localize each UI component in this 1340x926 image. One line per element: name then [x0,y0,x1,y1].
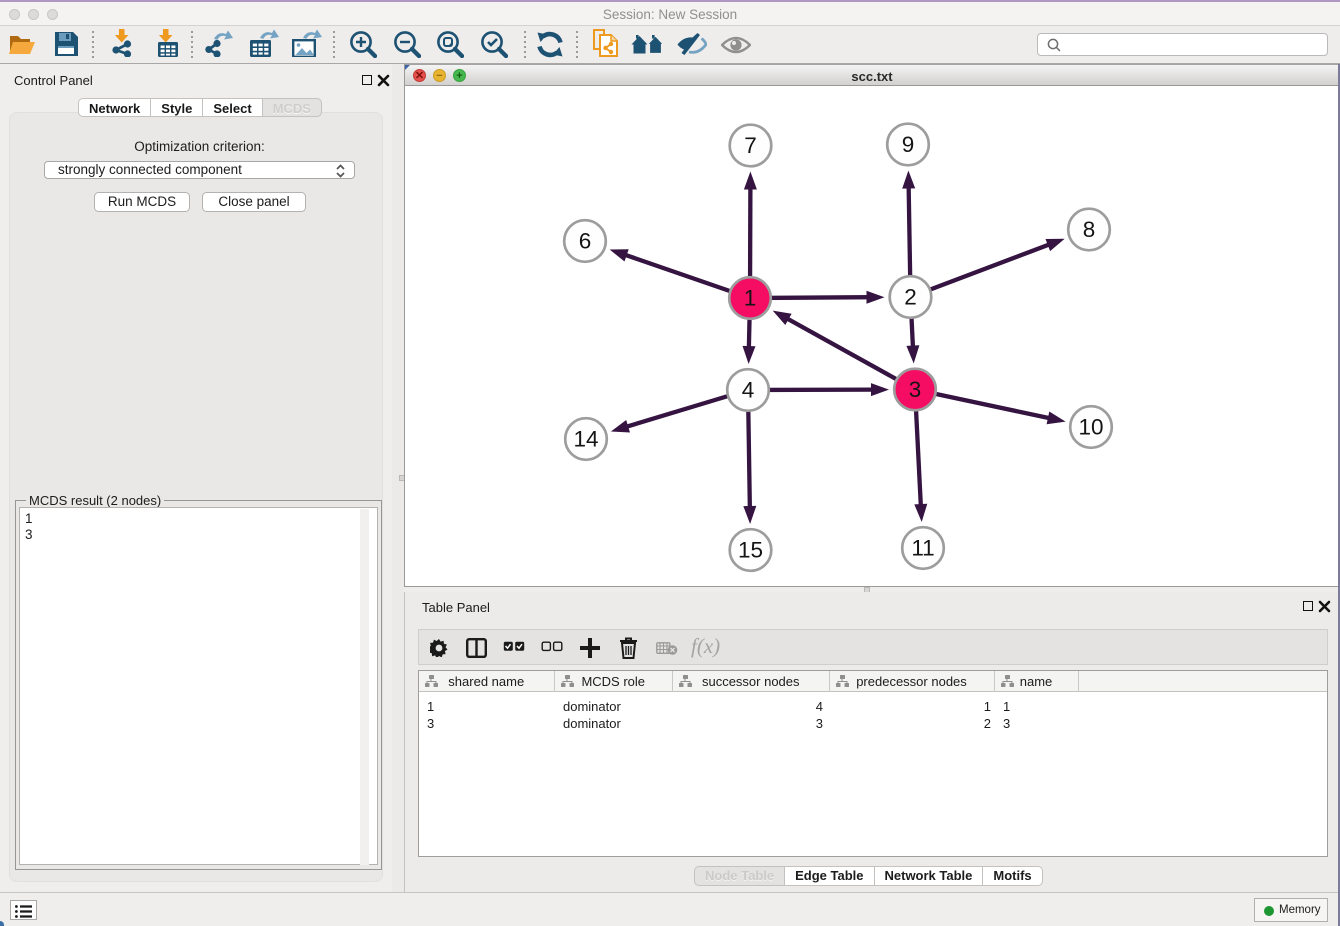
svg-text:8: 8 [1083,217,1096,242]
svg-text:3: 3 [909,377,922,402]
svg-text:4: 4 [742,378,755,403]
svg-text:6: 6 [579,229,592,254]
svg-text:1: 1 [744,286,757,311]
svg-text:2: 2 [904,285,917,310]
svg-text:7: 7 [744,133,757,158]
svg-text:14: 14 [573,427,598,452]
svg-text:15: 15 [738,538,763,563]
svg-text:11: 11 [911,536,934,561]
svg-text:10: 10 [1078,415,1103,440]
svg-text:9: 9 [902,132,915,157]
